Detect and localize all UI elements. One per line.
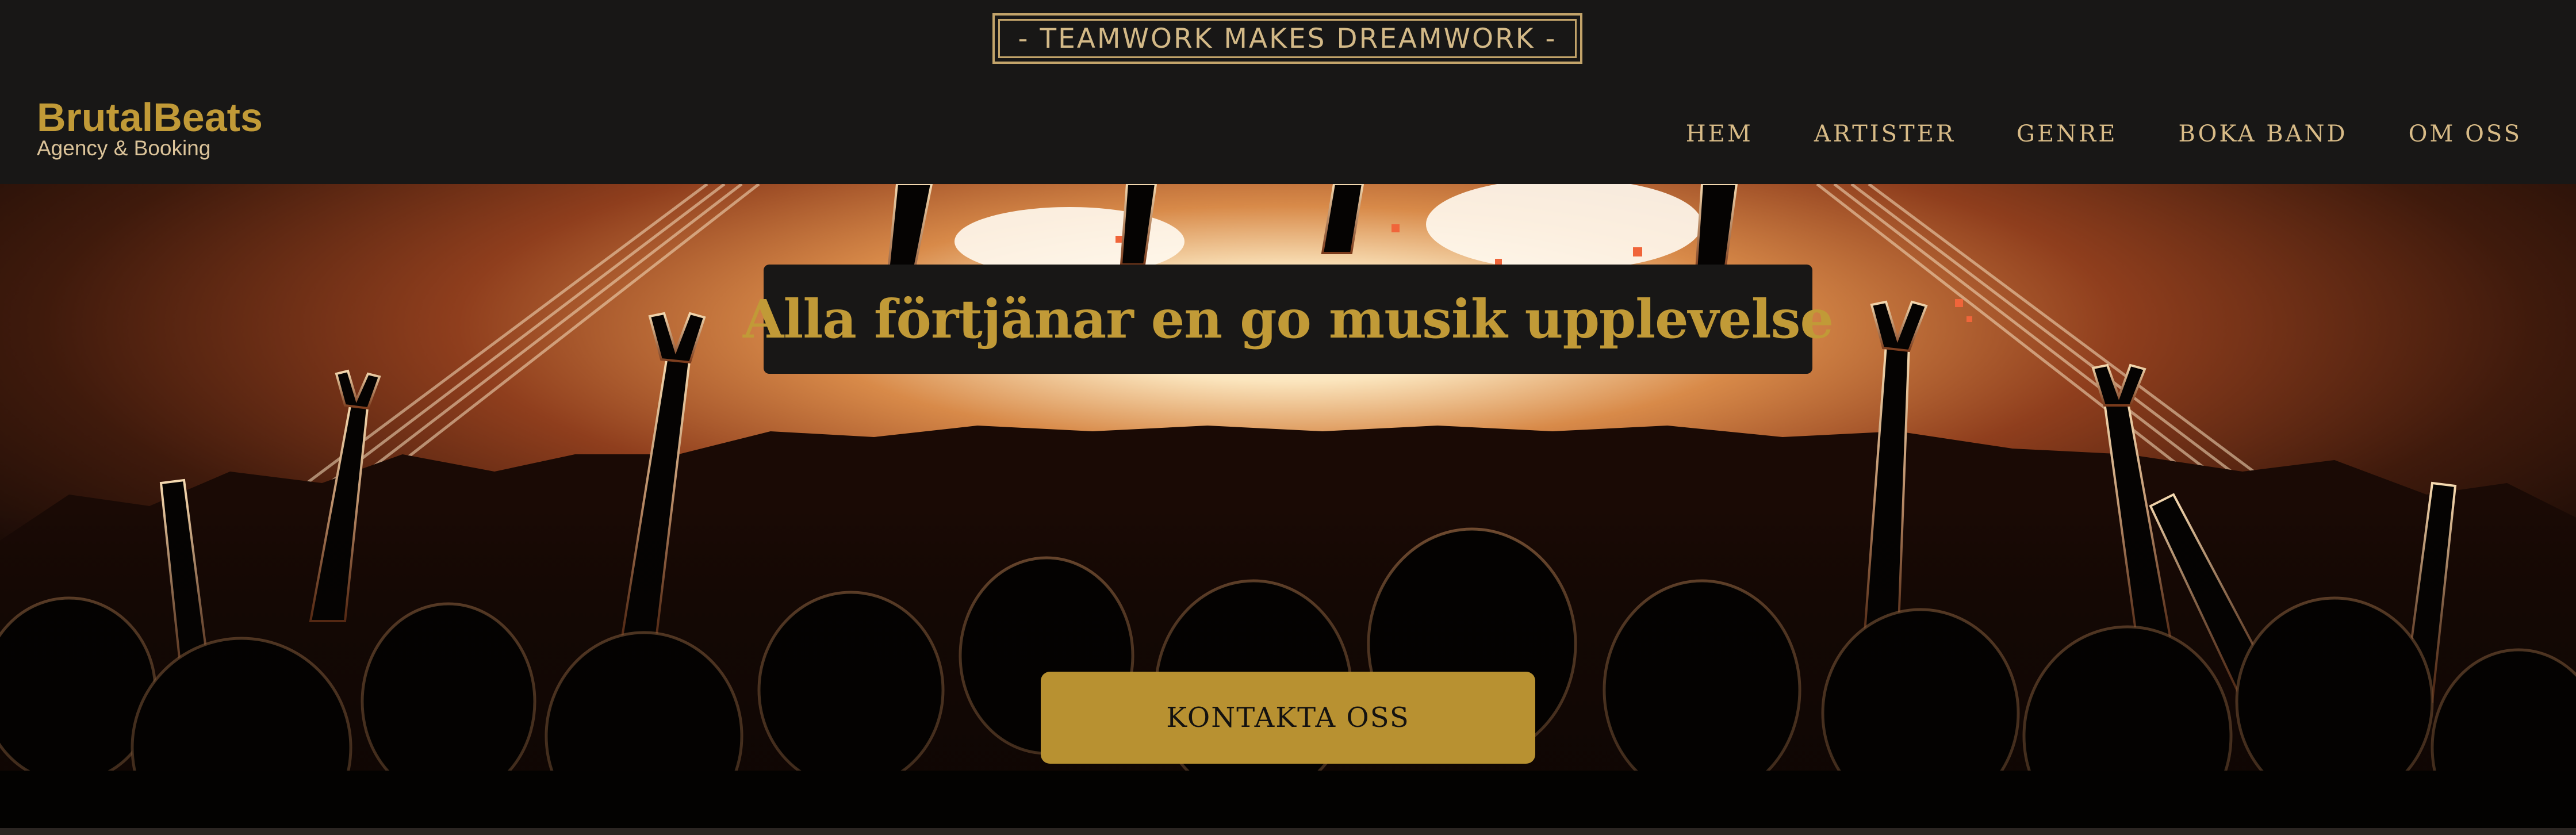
tagline-text: - TEAMWORK MAKES DREAMWORK -: [1018, 22, 1557, 55]
tagline-banner: - TEAMWORK MAKES DREAMWORK -: [992, 13, 1582, 64]
brand-subtitle: Agency & Booking: [37, 136, 211, 160]
nav-item-boka-band[interactable]: BOKA BAND: [2178, 121, 2347, 147]
hero-headline-box: Alla förtjänar en go musik upplevelse: [743, 265, 1834, 374]
contact-us-button[interactable]: KONTAKTA OSS: [1041, 672, 1535, 764]
site-header: - TEAMWORK MAKES DREAMWORK - BrutalBeats…: [0, 0, 2576, 184]
brand-logo[interactable]: BrutalBeats Agency & Booking: [37, 93, 324, 161]
nav-item-genre[interactable]: GENRE: [2017, 121, 2117, 147]
nav-item-hem[interactable]: HEM: [1686, 121, 1753, 147]
hero-headline: Alla förtjänar en go musik upplevelse: [743, 288, 1834, 350]
hero-section: Alla förtjänar en go musik upplevelse KO…: [0, 184, 2576, 828]
nav-item-artister[interactable]: ARTISTER: [1814, 121, 1956, 147]
brand-name: BrutalBeats: [37, 95, 263, 140]
section-divider: [0, 828, 2576, 835]
nav-item-om-oss[interactable]: OM OSS: [2409, 121, 2522, 147]
main-nav: HEM ARTISTER GENRE BOKA BAND OM OSS: [1686, 113, 2522, 155]
